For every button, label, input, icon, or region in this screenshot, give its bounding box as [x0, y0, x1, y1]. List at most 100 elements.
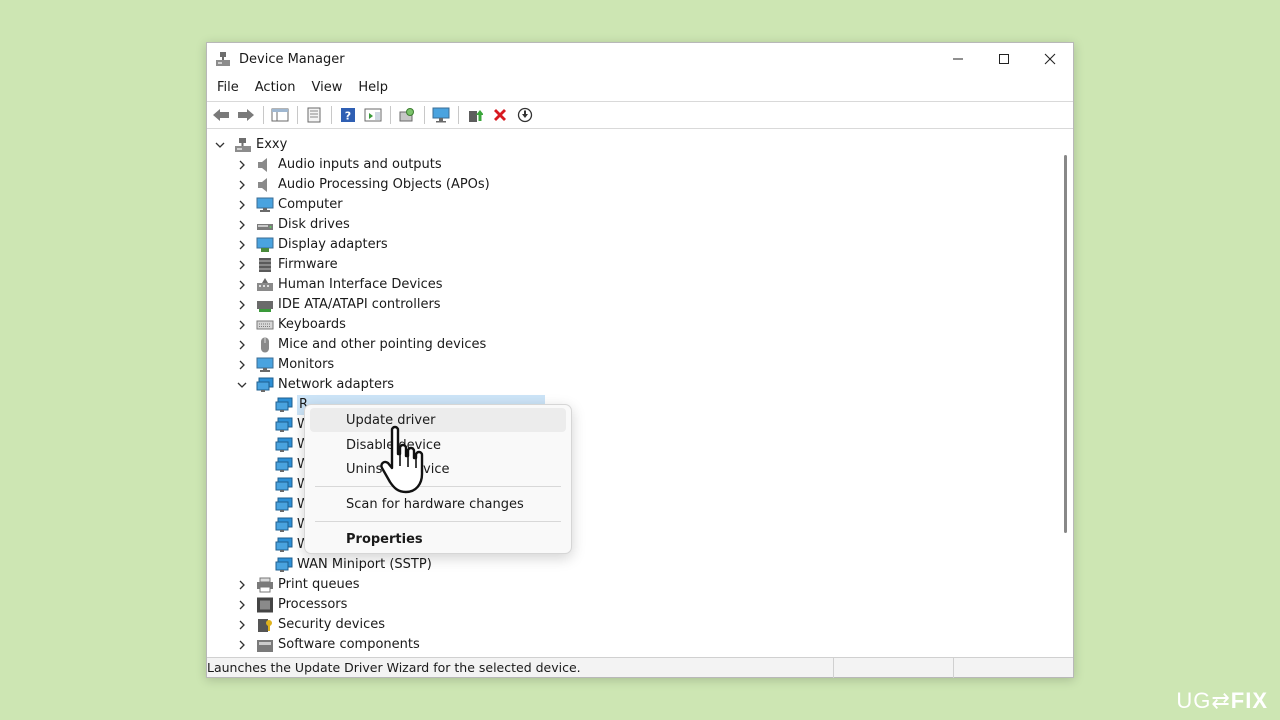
network-adapter-icon	[275, 537, 293, 553]
chevron-right-icon[interactable]	[235, 238, 249, 252]
category-label: Disk drives	[278, 217, 350, 232]
chevron-right-icon[interactable]	[235, 298, 249, 312]
firmware-chip-icon	[256, 257, 274, 273]
tree-category-security-devices[interactable]: Security devices	[235, 615, 385, 635]
monitor-icon	[256, 357, 274, 373]
menu-view[interactable]: View	[303, 75, 350, 101]
tree-root[interactable]: Exxy	[213, 135, 287, 155]
chevron-right-icon[interactable]	[235, 578, 249, 592]
speaker-icon	[256, 177, 274, 193]
tree-category-print-queues[interactable]: Print queues	[235, 575, 360, 595]
category-label: Security devices	[278, 617, 385, 632]
network-adapter-icon	[275, 517, 293, 533]
chevron-right-icon[interactable]	[235, 338, 249, 352]
category-label: Print queues	[278, 577, 360, 592]
network-adapter-icon	[275, 397, 293, 413]
category-label: Display adapters	[278, 237, 388, 252]
category-label: Firmware	[278, 257, 338, 272]
svg-text:?: ?	[345, 110, 351, 123]
status-text: Launches the Update Driver Wizard for th…	[207, 660, 581, 675]
tree-category-ide-controllers[interactable]: IDE ATA/ATAPI controllers	[235, 295, 441, 315]
software-component-icon	[256, 637, 274, 653]
category-label: Software components	[278, 637, 420, 652]
console-tree-icon	[271, 108, 289, 122]
menu-action[interactable]: Action	[247, 75, 304, 101]
chevron-right-icon[interactable]	[235, 638, 249, 652]
help-button[interactable]: ?	[336, 104, 360, 126]
chevron-right-icon[interactable]	[235, 198, 249, 212]
category-label: Network adapters	[278, 377, 395, 392]
menu-separator	[315, 521, 561, 522]
tree-category-audio-inputs[interactable]: Audio inputs and outputs	[235, 155, 442, 175]
chevron-right-icon[interactable]	[235, 178, 249, 192]
uninstall-device-toolbar-button[interactable]	[488, 104, 512, 126]
properties-toolbar-button[interactable]	[302, 104, 326, 126]
chevron-right-icon[interactable]	[235, 318, 249, 332]
properties-menu-item[interactable]: Properties	[310, 527, 566, 551]
category-label: Keyboards	[278, 317, 346, 332]
chevron-right-icon[interactable]	[235, 618, 249, 632]
toolbar-separator	[424, 106, 425, 124]
tree-category-human-interface-devices[interactable]: Human Interface Devices	[235, 275, 443, 295]
title-bar[interactable]: Device Manager	[207, 43, 1073, 75]
close-button[interactable]	[1027, 43, 1073, 75]
tree-category-display-adapters[interactable]: Display adapters	[235, 235, 388, 255]
maximize-button[interactable]	[981, 43, 1027, 75]
properties-sheet-icon	[307, 107, 321, 123]
back-button[interactable]	[209, 104, 233, 126]
category-label: Audio Processing Objects (APOs)	[278, 177, 490, 192]
chevron-right-icon[interactable]	[235, 158, 249, 172]
scan-hardware-button[interactable]	[395, 104, 419, 126]
chevron-down-icon[interactable]	[235, 378, 249, 392]
tree-category-network-adapters[interactable]: Network adapters	[235, 375, 394, 395]
tree-category-audio-processing-objects[interactable]: Audio Processing Objects (APOs)	[235, 175, 490, 195]
watermark-arrows: ⇄	[1211, 688, 1231, 713]
scan-hardware-icon	[399, 108, 414, 122]
toolbar-separator	[390, 106, 391, 124]
show-hide-console-tree-button[interactable]	[268, 104, 292, 126]
tree-category-monitors[interactable]: Monitors	[235, 355, 334, 375]
minimize-button[interactable]	[935, 43, 981, 75]
chevron-down-icon[interactable]	[213, 138, 227, 152]
menu-file[interactable]: File	[209, 75, 247, 101]
tree-category-disk-drives[interactable]: Disk drives	[235, 215, 350, 235]
tree-category-computer[interactable]: Computer	[235, 195, 343, 215]
tree-category-firmware[interactable]: Firmware	[235, 255, 338, 275]
vertical-scrollbar[interactable]	[1059, 131, 1073, 659]
network-adapter-item-wan-miniport-sstp[interactable]: WAN Miniport (SSTP)	[275, 555, 432, 575]
tree-root-label: Exxy	[256, 137, 288, 152]
arrow-left-icon	[213, 109, 229, 121]
chevron-right-icon[interactable]	[235, 218, 249, 232]
update-driver-toolbar-button[interactable]	[463, 104, 487, 126]
maximize-icon	[999, 54, 1009, 64]
close-icon	[1044, 53, 1056, 65]
category-label: Monitors	[278, 357, 335, 372]
ide-controller-icon	[256, 297, 274, 313]
download-toolbar-button[interactable]	[513, 104, 537, 126]
toolbar-separator	[331, 106, 332, 124]
tree-category-processors[interactable]: Processors	[235, 595, 347, 615]
speaker-icon	[256, 157, 274, 173]
tree-category-software-components[interactable]: Software components	[235, 635, 420, 655]
device-tree[interactable]: Exxy Audio inputs and outputs Audio Proc…	[207, 131, 1073, 659]
chevron-right-icon[interactable]	[235, 598, 249, 612]
chevron-right-icon[interactable]	[235, 358, 249, 372]
security-device-icon	[256, 617, 274, 633]
tree-category-mice[interactable]: Mice and other pointing devices	[235, 335, 486, 355]
chevron-right-icon[interactable]	[235, 258, 249, 272]
network-adapter-icon	[275, 437, 293, 453]
device-manager-icon	[215, 51, 231, 67]
chevron-right-icon[interactable]	[235, 278, 249, 292]
network-adapter-label: WAN Miniport (SSTP)	[297, 557, 432, 572]
watermark-right: FIX	[1230, 688, 1268, 713]
menu-help[interactable]: Help	[350, 75, 396, 101]
printer-icon	[256, 577, 274, 593]
window-title: Device Manager	[239, 51, 345, 67]
monitor-toolbar-button[interactable]	[429, 104, 453, 126]
delete-x-icon	[494, 109, 506, 121]
tree-category-keyboards[interactable]: Keyboards	[235, 315, 346, 335]
forward-button[interactable]	[234, 104, 258, 126]
network-adapter-icon	[275, 557, 293, 573]
action-pane-button[interactable]	[361, 104, 385, 126]
scrollbar-thumb[interactable]	[1064, 155, 1067, 533]
